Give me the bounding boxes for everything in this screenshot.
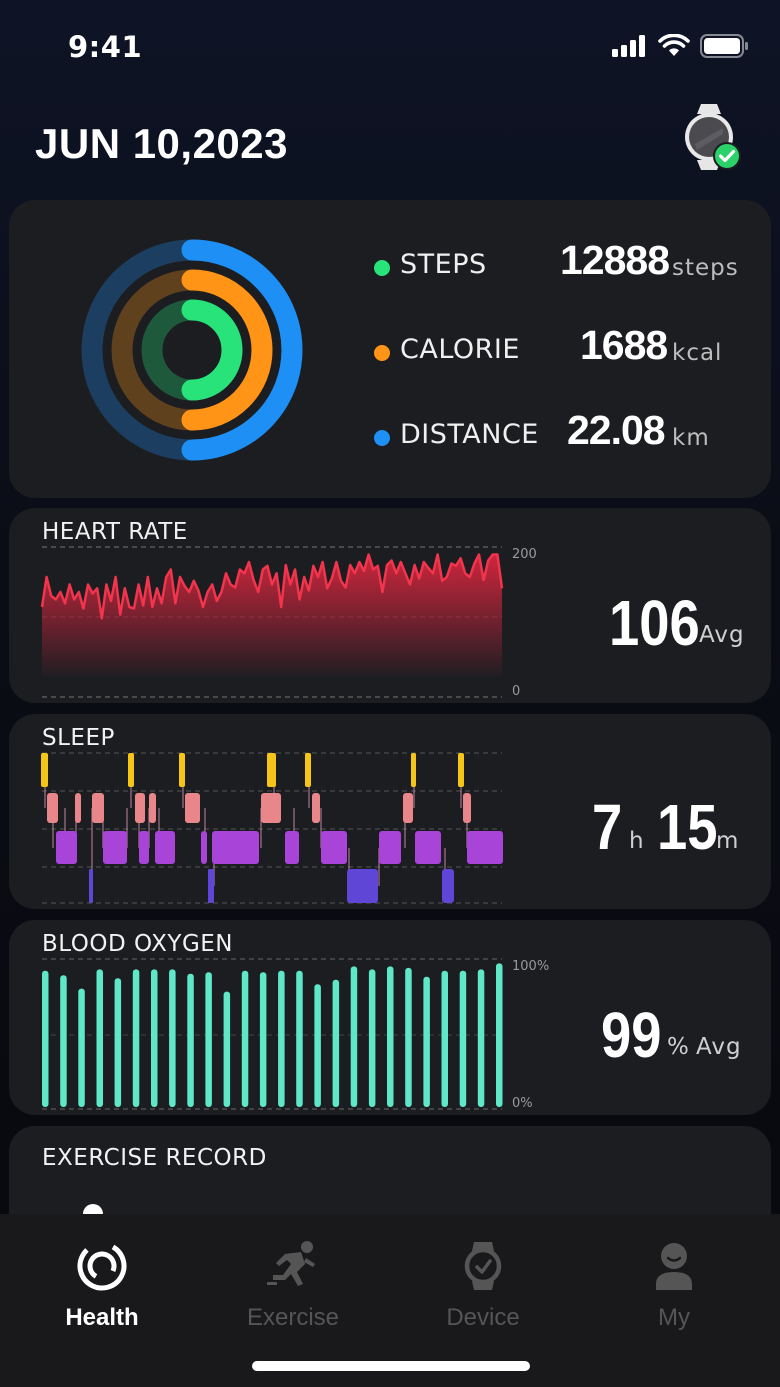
distance-dot — [374, 430, 390, 446]
hr-axis-max: 200 — [512, 547, 537, 562]
blood-oxygen-bar — [423, 976, 430, 1107]
steps-label: STEPS — [400, 249, 487, 280]
heart-rate-unit: Avg — [699, 622, 745, 648]
blood-oxygen-bar — [78, 988, 85, 1107]
tab-exercise-label: Exercise — [246, 1304, 340, 1331]
watch-connected-icon — [685, 104, 741, 170]
calorie-unit: kcal — [672, 340, 723, 366]
blood-oxygen-bar — [205, 972, 212, 1107]
blood-oxygen-bar — [332, 979, 340, 1107]
calorie-label: CALORIE — [400, 334, 520, 365]
battery-icon — [700, 34, 748, 58]
blood-oxygen-bar — [314, 984, 321, 1107]
sleep-hours: 7 — [592, 791, 623, 863]
steps-value: 12888 — [560, 237, 670, 283]
heart-rate-value: 106 — [609, 587, 700, 659]
heart-rate-chart — [40, 546, 504, 698]
sleep-card[interactable]: SLEEP 7 h 15 m — [9, 714, 771, 909]
tab-my[interactable]: My — [594, 1238, 754, 1332]
sleep-hours-unit: h — [629, 828, 645, 854]
blood-oxygen-bar — [405, 967, 412, 1107]
blood-oxygen-bar — [42, 970, 49, 1107]
blood-oxygen-value: 99 — [601, 999, 662, 1071]
calorie-dot — [374, 345, 390, 361]
blood-oxygen-pct-unit: % — [667, 1034, 690, 1060]
stat-distance: DISTANCE 22.08 km — [374, 407, 744, 463]
steps-unit: steps — [672, 255, 739, 281]
sleep-stage-chart — [41, 752, 503, 904]
blood-oxygen-bar — [496, 963, 503, 1107]
blood-oxygen-chart — [42, 958, 503, 1110]
blood-oxygen-card[interactable]: BLOOD OXYGEN 100% 0% 99 % Avg — [9, 920, 771, 1115]
oxy-axis-max: 100% — [512, 959, 550, 974]
steps-dot — [374, 260, 390, 276]
sleep-minutes: 15 — [657, 791, 718, 863]
blood-oxygen-bar — [459, 970, 467, 1107]
blood-oxygen-bar — [296, 970, 303, 1107]
distance-unit: km — [672, 425, 710, 451]
home-indicator — [252, 1361, 530, 1371]
blood-oxygen-bar — [114, 978, 122, 1107]
stat-calorie: CALORIE 1688 kcal — [374, 322, 744, 378]
blood-oxygen-bar — [350, 966, 358, 1107]
blood-oxygen-bar — [169, 969, 176, 1107]
blood-oxygen-bar — [187, 973, 194, 1107]
steps-ring-arc — [181, 299, 243, 401]
heart-rate-card[interactable]: HEART RATE 200 0 106 Avg — [9, 508, 771, 703]
connected-watch-button[interactable] — [683, 104, 743, 174]
runner-icon — [267, 1241, 315, 1286]
blood-oxygen-bar — [387, 966, 394, 1107]
blood-oxygen-bar — [477, 969, 485, 1107]
blood-oxygen-bar — [151, 969, 158, 1107]
blood-oxygen-bar — [96, 969, 103, 1107]
tab-device-label: Device — [446, 1304, 520, 1331]
tab-health-label: Health — [65, 1304, 139, 1331]
blood-oxygen-bar — [278, 970, 285, 1107]
tab-exercise[interactable]: Exercise — [213, 1238, 373, 1332]
oxy-axis-min: 0% — [512, 1096, 533, 1111]
blood-oxygen-bar — [259, 972, 267, 1107]
blood-oxygen-avg-unit: Avg — [696, 1034, 742, 1060]
sleep-minutes-unit: m — [716, 828, 740, 854]
page-title-date: JUN 10,2023 — [35, 120, 289, 167]
status-icons — [612, 34, 750, 58]
person-icon — [656, 1243, 692, 1290]
hr-axis-min: 0 — [512, 684, 521, 699]
activity-summary-card[interactable]: STEPS 12888 steps CALORIE 1688 kcal DIST… — [9, 200, 771, 498]
health-ring-icon — [77, 1241, 127, 1291]
blood-oxygen-bar — [223, 991, 231, 1107]
status-time: 9:41 — [68, 30, 143, 64]
tab-device[interactable]: Device — [403, 1238, 563, 1332]
wifi-icon — [658, 34, 690, 56]
blood-oxygen-bar — [60, 975, 67, 1107]
watch-icon — [464, 1242, 502, 1290]
tab-health[interactable]: Health — [22, 1238, 182, 1332]
cellular-signal-icon — [612, 35, 645, 57]
blood-oxygen-bar — [368, 969, 376, 1107]
status-bar: 9:41 — [0, 0, 780, 95]
calorie-value: 1688 — [580, 322, 668, 368]
blood-oxygen-bar — [132, 969, 140, 1107]
activity-rings — [81, 239, 303, 461]
exercise-record-title: EXERCISE RECORD — [42, 1145, 267, 1171]
blood-oxygen-bar — [441, 970, 448, 1107]
stat-steps: STEPS 12888 steps — [374, 237, 744, 293]
blood-oxygen-bar — [241, 970, 249, 1107]
tab-my-label: My — [658, 1304, 690, 1331]
distance-value: 22.08 — [567, 407, 666, 453]
distance-label: DISTANCE — [400, 419, 539, 450]
